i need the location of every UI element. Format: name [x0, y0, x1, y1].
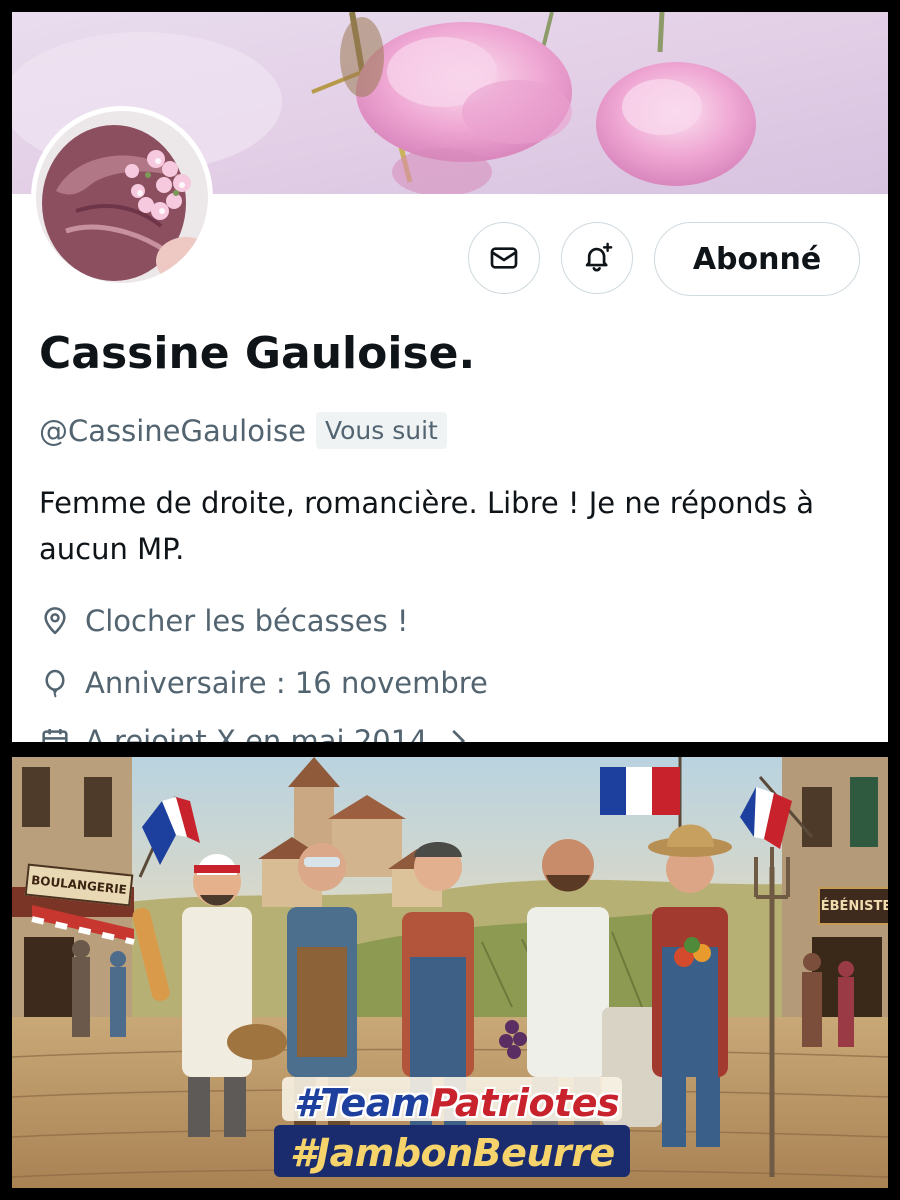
handle-row: @CassineGauloise Vous suit [39, 412, 447, 449]
hashtag-jambon-beurre: #JambonBeurre [290, 1131, 615, 1175]
location-pin-icon [44, 607, 66, 635]
handle: @CassineGauloise [39, 413, 306, 448]
bell-plus-icon [585, 242, 613, 272]
joined-row[interactable]: A rejoint X en mai 2014 [39, 724, 474, 742]
location-text: Clocher les bécasses ! [85, 604, 409, 638]
hashtag-team-accent: Patriotes [429, 1081, 620, 1125]
birthday-row: Anniversaire : 16 novembre [39, 666, 488, 700]
hashtag-block: #TeamPatriotes #JambonBeurre [280, 1079, 630, 1177]
mail-icon [490, 247, 518, 269]
hashtag-team-prefix: #Team [294, 1081, 430, 1125]
display-name: Cassine Gauloise. [39, 328, 476, 379]
chevron-right-icon [452, 730, 465, 742]
illustration-poster: BOULANGERIE ÉBÉNISTE #TeamPatriotes #Jam… [12, 757, 888, 1188]
message-button[interactable] [468, 222, 540, 294]
ebeniste-sign: ÉBÉNISTE [818, 887, 888, 925]
avatar[interactable] [36, 111, 208, 283]
profile-card: Abonné Cassine Gauloise. @CassineGaulois… [12, 12, 888, 742]
bio: Femme de droite, romancière. Libre ! Je … [39, 486, 814, 566]
location-row: Clocher les bécasses ! [39, 604, 409, 638]
avatar-image [36, 111, 208, 283]
calendar-icon [42, 729, 68, 742]
joined-text: A rejoint X en mai 2014 [85, 724, 428, 742]
following-button[interactable]: Abonné [654, 222, 860, 296]
follows-you-badge: Vous suit [315, 412, 447, 449]
notifications-button[interactable] [561, 222, 633, 294]
hashtag-team-patriotes: #TeamPatriotes [294, 1081, 620, 1125]
balloon-icon [45, 669, 65, 698]
birthday-text: Anniversaire : 16 novembre [85, 666, 488, 700]
